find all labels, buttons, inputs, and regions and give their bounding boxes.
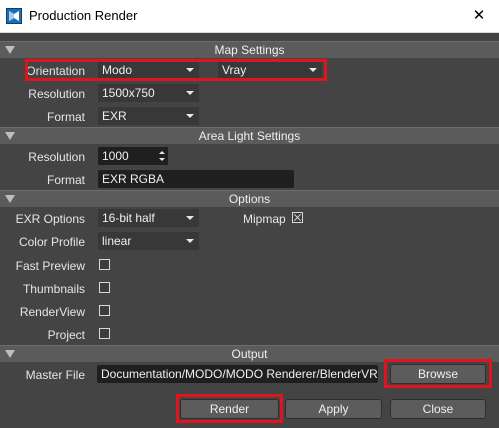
orientation-highlight (25, 59, 327, 81)
section-title: Options (228, 192, 271, 206)
close-button[interactable]: Close (390, 399, 486, 419)
area-format-field[interactable]: EXR RGBA (98, 170, 294, 188)
render-highlight (176, 394, 283, 423)
combo-value: EXR (102, 109, 127, 123)
exr-options-label: EXR Options (15, 212, 85, 226)
fast-preview-checkbox[interactable] (99, 259, 110, 270)
format-label: Format (46, 110, 85, 124)
area-resolution-spinbox[interactable]: 1000 (98, 147, 168, 165)
combo-value: 16-bit half (102, 211, 155, 225)
chevron-down-icon (186, 239, 194, 243)
apply-button[interactable]: Apply (285, 399, 382, 419)
thumbnails-label: Thumbnails (22, 282, 85, 296)
color-profile-label: Color Profile (18, 235, 85, 249)
title-bar: Production Render ✕ (0, 0, 499, 33)
exr-options-combo[interactable]: 16-bit half (98, 209, 199, 227)
spin-up-icon[interactable] (159, 151, 165, 154)
spin-down-icon[interactable] (159, 158, 165, 161)
master-file-label: Master File (25, 368, 85, 382)
project-label: Project (47, 328, 85, 342)
close-window-icon[interactable]: ✕ (466, 4, 492, 28)
chevron-down-icon (186, 91, 194, 95)
combo-value: linear (102, 234, 132, 248)
map-resolution-combo[interactable]: 1500x750 (98, 84, 199, 102)
thumbnails-checkbox[interactable] (99, 282, 110, 293)
mipmap-label: Mipmap (243, 212, 286, 226)
area-format-label: Format (46, 173, 85, 187)
combo-value: 1500x750 (102, 86, 155, 100)
section-title: Map Settings (214, 43, 285, 57)
mipmap-checkbox[interactable] (292, 212, 303, 223)
resolution-label: Resolution (28, 87, 85, 101)
browse-highlight (384, 359, 492, 388)
chevron-down-icon (186, 216, 194, 220)
color-profile-combo[interactable]: linear (98, 232, 199, 250)
area-light-settings-header[interactable]: Area Light Settings (0, 127, 499, 144)
spinbox-value: 1000 (102, 149, 129, 163)
renderview-checkbox[interactable] (99, 305, 110, 316)
area-resolution-label: Resolution (28, 150, 85, 164)
map-settings-header[interactable]: Map Settings (0, 41, 499, 58)
project-checkbox[interactable] (99, 328, 110, 339)
master-file-field[interactable]: Documentation/MODO/MODO Renderer/Blender… (97, 365, 378, 383)
section-title: Area Light Settings (198, 129, 301, 143)
renderview-label: RenderView (19, 305, 85, 319)
map-format-combo[interactable]: EXR (98, 107, 199, 125)
modo-app-icon (6, 8, 22, 24)
fast-preview-label: Fast Preview (15, 259, 85, 273)
window-title: Production Render (29, 8, 138, 23)
options-header[interactable]: Options (0, 190, 499, 207)
chevron-down-icon (186, 114, 194, 118)
